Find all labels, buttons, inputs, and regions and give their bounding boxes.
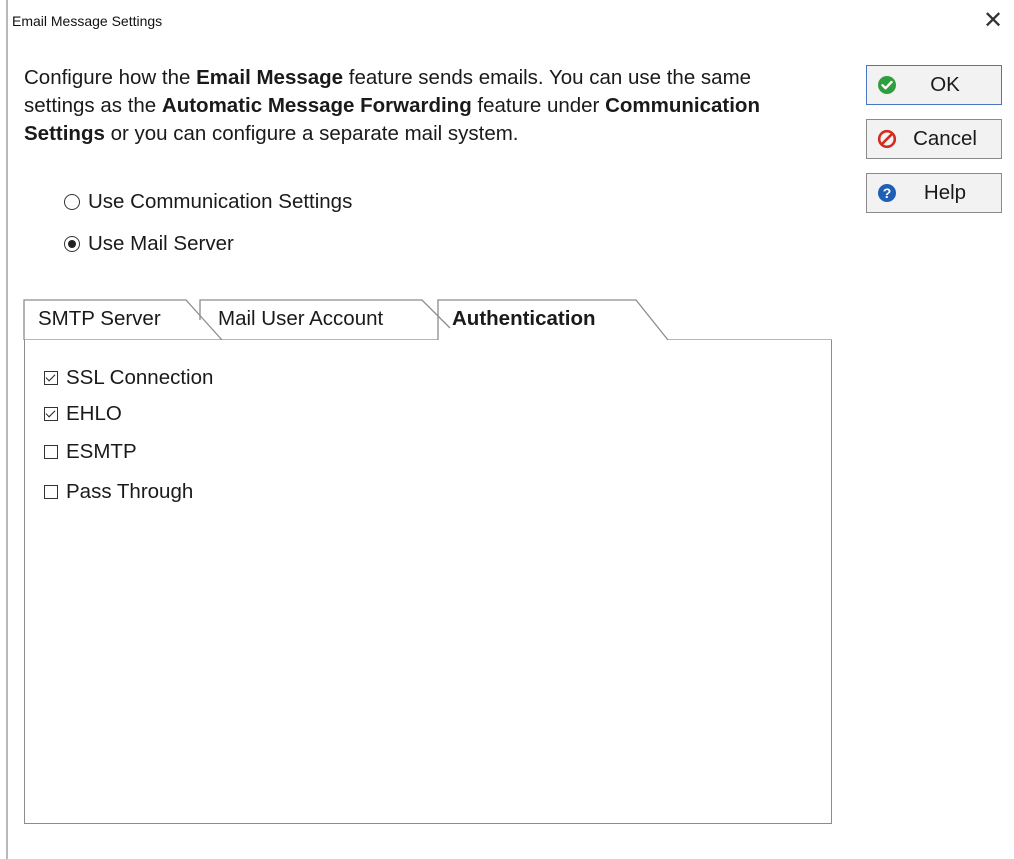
checkbox-ssl-connection[interactable]: SSL Connection bbox=[44, 364, 213, 392]
tab-label: Authentication bbox=[452, 307, 596, 330]
checkbox-label: EHLO bbox=[66, 402, 122, 425]
checkbox-ehlo[interactable]: EHLO bbox=[44, 400, 122, 428]
checkbox[interactable] bbox=[44, 371, 58, 385]
no-entry-icon bbox=[877, 129, 897, 149]
description-part: Configure how the bbox=[24, 66, 197, 89]
description-part: or you can configure a separate mail sys… bbox=[104, 122, 519, 145]
radio-button[interactable] bbox=[64, 194, 80, 210]
radio-button[interactable] bbox=[64, 236, 80, 252]
tab-smtp-server[interactable]: SMTP Server bbox=[24, 298, 204, 340]
tab-label: Mail User Account bbox=[218, 307, 384, 330]
description-text: Configure how the Email Message feature … bbox=[24, 64, 824, 148]
window-title: Email Message Settings bbox=[12, 13, 163, 29]
question-circle-icon: ? bbox=[877, 183, 897, 203]
ok-label: OK bbox=[930, 73, 960, 96]
description-bold: Automatic Message Forwarding bbox=[161, 94, 472, 117]
radio-label: Use Mail Server bbox=[88, 232, 234, 255]
tab-label: SMTP Server bbox=[38, 307, 161, 330]
help-button[interactable]: ? Help bbox=[866, 173, 1002, 213]
tab-authentication[interactable]: Authentication bbox=[438, 298, 658, 340]
check-circle-icon bbox=[877, 75, 897, 95]
checkbox-label: SSL Connection bbox=[66, 366, 214, 389]
close-button[interactable]: ✕ bbox=[978, 6, 1008, 36]
cancel-label: Cancel bbox=[913, 127, 977, 150]
title-bar: Email Message Settings ✕ bbox=[12, 0, 1012, 40]
checkbox[interactable] bbox=[44, 445, 58, 459]
cancel-button[interactable]: Cancel bbox=[866, 119, 1002, 159]
checkbox-esmtp[interactable]: ESMTP bbox=[44, 438, 137, 466]
radio-use-mail-server[interactable]: Use Mail Server bbox=[64, 230, 234, 258]
description-bold: Email Message bbox=[196, 66, 344, 89]
description-part: feature under bbox=[471, 94, 606, 117]
checkbox[interactable] bbox=[44, 485, 58, 499]
radio-label: Use Communication Settings bbox=[88, 190, 353, 213]
help-label: Help bbox=[923, 181, 967, 204]
radio-use-communication-settings[interactable]: Use Communication Settings bbox=[64, 188, 352, 216]
window-left-edge bbox=[6, 0, 8, 859]
checkbox-pass-through[interactable]: Pass Through bbox=[44, 478, 193, 506]
checkbox[interactable] bbox=[44, 407, 58, 421]
checkbox-label: Pass Through bbox=[66, 480, 194, 503]
ok-button[interactable]: OK bbox=[866, 65, 1002, 105]
tab-mail-user-account[interactable]: Mail User Account bbox=[204, 298, 438, 340]
authentication-panel bbox=[24, 340, 832, 824]
checkbox-label: ESMTP bbox=[66, 440, 137, 463]
svg-text:?: ? bbox=[883, 185, 892, 201]
